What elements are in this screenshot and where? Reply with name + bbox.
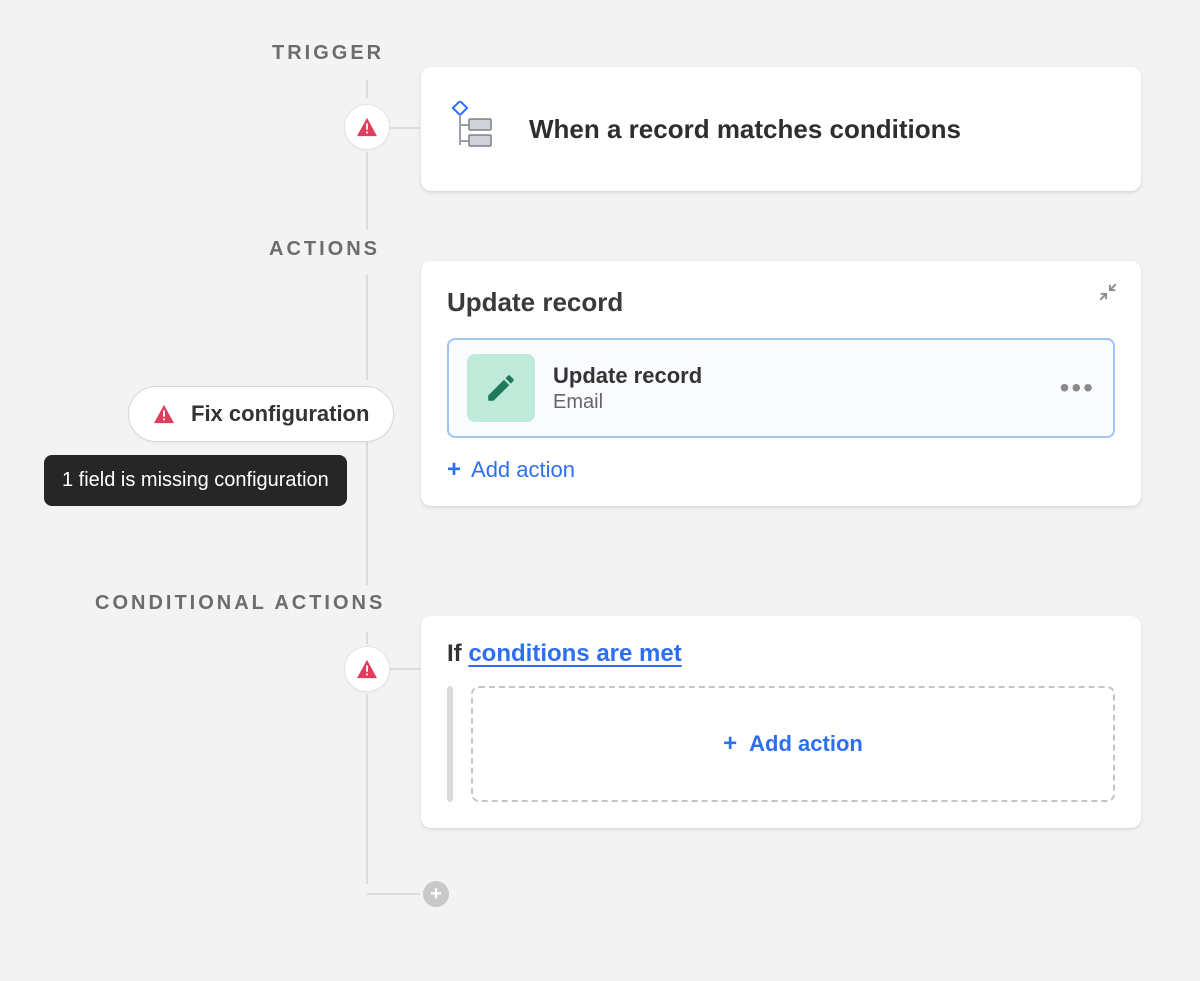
actions-card: Update record Update record Email ••• + …	[421, 261, 1141, 506]
pencil-icon	[467, 354, 535, 422]
drag-handle[interactable]	[447, 686, 453, 802]
warning-icon	[356, 659, 378, 679]
section-label-conditional: CONDITIONAL ACTIONS	[95, 592, 385, 615]
flow-icon	[447, 101, 499, 158]
conditional-add-action-button[interactable]: + Add action	[471, 686, 1115, 802]
conditional-card: If conditions are met + Add action	[421, 616, 1141, 828]
add-action-label: Add action	[471, 457, 575, 483]
plus-icon: +	[723, 730, 737, 758]
connector-tick	[390, 127, 420, 129]
connector-line	[366, 152, 368, 230]
actions-card-title: Update record	[447, 287, 1115, 318]
connector-line	[366, 694, 368, 884]
collapse-icon[interactable]	[1097, 281, 1119, 308]
action-row-update-record[interactable]: Update record Email •••	[447, 338, 1115, 438]
add-step-button[interactable]: +	[420, 878, 452, 910]
action-row-title: Update record	[553, 363, 702, 389]
add-action-button[interactable]: + Add action	[447, 456, 1115, 484]
connector-line	[366, 275, 368, 380]
connector-line	[366, 80, 368, 98]
conditional-add-action-label: Add action	[749, 731, 863, 757]
warning-badge-conditional[interactable]	[344, 646, 390, 692]
connector-tick	[390, 668, 420, 670]
action-row-subtitle: Email	[553, 391, 702, 414]
connector-line	[366, 440, 368, 585]
fix-configuration-button[interactable]: Fix configuration	[128, 386, 394, 442]
plus-icon: +	[430, 883, 442, 906]
warning-badge-trigger[interactable]	[344, 104, 390, 150]
connector-line	[366, 632, 368, 644]
warning-icon	[153, 404, 175, 424]
fix-configuration-tooltip: 1 field is missing configuration	[44, 455, 347, 506]
more-icon[interactable]: •••	[1060, 374, 1095, 402]
conditions-link[interactable]: conditions are met	[468, 640, 681, 667]
warning-icon	[356, 117, 378, 137]
fix-configuration-label: Fix configuration	[191, 401, 369, 427]
trigger-title: When a record matches conditions	[529, 114, 961, 145]
section-label-actions: ACTIONS	[269, 238, 380, 261]
plus-icon: +	[447, 456, 461, 484]
if-prefix: If	[447, 640, 468, 667]
trigger-card[interactable]: When a record matches conditions	[421, 67, 1141, 191]
connector-tick	[367, 893, 422, 895]
section-label-trigger: TRIGGER	[272, 42, 384, 65]
conditional-title: If conditions are met	[447, 640, 1115, 668]
